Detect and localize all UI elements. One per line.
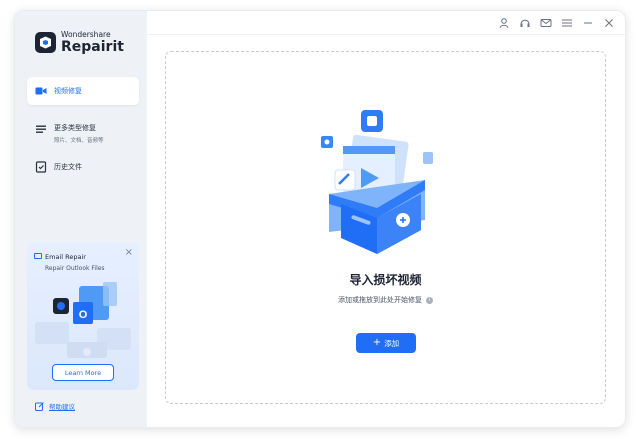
app-logo: Wondershare Repairit [35, 31, 124, 54]
feedback-label: 帮助建议 [49, 403, 75, 411]
user-icon[interactable] [498, 17, 510, 29]
headset-icon[interactable] [519, 17, 531, 29]
sidebar-item-label: 视频修复 [54, 87, 82, 95]
sidebar-item-history[interactable]: 历史文件 [27, 153, 139, 181]
learn-more-button[interactable]: Learn More [52, 364, 114, 381]
brand-small: Wondershare [61, 30, 111, 39]
info-icon[interactable]: i [426, 296, 433, 304]
sidebar-item-label: 更多类型修复 [54, 123, 96, 132]
main-area: 导入损坏视频 添加或拖放到此处开始修复 i + 添加 [147, 11, 625, 427]
video-icon [35, 87, 47, 95]
sidebar-item-more-repair[interactable]: 更多类型修复 照片、文档、音频等 [27, 113, 139, 145]
email-repair-promo: Email Repair Repair Outlook Files × O Le… [27, 242, 139, 390]
add-button-label: 添加 [384, 338, 400, 348]
drop-zone[interactable]: 导入损坏视频 添加或拖放到此处开始修复 i + 添加 [165, 51, 606, 404]
mail-icon[interactable] [540, 17, 552, 29]
title-bar [147, 11, 625, 35]
list-icon [36, 125, 46, 133]
feedback-link[interactable]: 帮助建议 [35, 401, 75, 411]
sidebar-item-video-repair[interactable]: 视频修复 [27, 77, 139, 105]
drop-zone-title: 导入损坏视频 [349, 273, 422, 287]
sidebar: Wondershare Repairit 视频修复 更多类型修复 照片、文档、音… [15, 11, 147, 427]
edit-icon [35, 401, 44, 411]
sidebar-nav: 视频修复 更多类型修复 照片、文档、音频等 历史文件 [27, 77, 139, 189]
sidebar-item-label: 历史文件 [54, 163, 82, 171]
drop-zone-subtitle: 添加或拖放到此处开始修复 i [166, 295, 605, 305]
menu-icon[interactable] [561, 17, 573, 29]
app-window: Wondershare Repairit 视频修复 更多类型修复 照片、文档、音… [14, 10, 626, 428]
sidebar-item-sublabel: 照片、文档、音频等 [54, 137, 104, 144]
svg-text:O: O [79, 309, 88, 321]
drop-zone-subtitle-text: 添加或拖放到此处开始修复 [338, 296, 422, 304]
close-icon[interactable] [603, 17, 615, 29]
plus-icon: + [372, 337, 382, 348]
repairit-logo-icon [35, 31, 56, 53]
brand-big: Repairit [61, 38, 124, 55]
history-icon [35, 161, 47, 173]
minimize-icon[interactable] [582, 17, 594, 29]
video-box-illustration [321, 110, 433, 254]
add-button[interactable]: + 添加 [356, 333, 416, 353]
